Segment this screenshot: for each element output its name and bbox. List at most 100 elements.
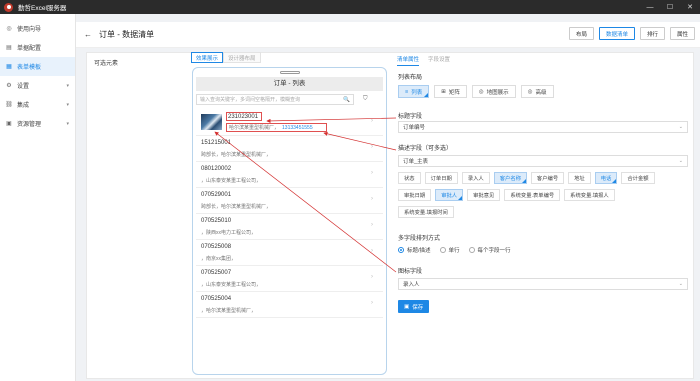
template-icon: ▦: [6, 64, 12, 70]
field-chip[interactable]: 状态: [398, 172, 421, 184]
advanced-icon: ◎: [527, 88, 533, 95]
layout-map-button[interactable]: ◎ 地图展示: [471, 85, 516, 98]
title-bar: 勤哲Excel服务器 — ☐ ✕: [0, 0, 700, 14]
search-input[interactable]: 输入查询关键字，多词间空格隔开，模糊查询 🔍: [196, 94, 354, 105]
field-chip[interactable]: 合计金额: [621, 172, 655, 184]
sidebar-item-label: 使用向导: [17, 27, 42, 33]
order-thumbnail-image: [201, 114, 222, 130]
order-code: 080120002: [201, 166, 232, 172]
order-code: 231023001: [228, 114, 259, 120]
order-code: 070525010: [201, 218, 232, 224]
order-desc: ，山东泰安某重工程公司，: [201, 178, 262, 184]
field-chip[interactable]: 审批日期: [398, 189, 432, 201]
field-chip-selected[interactable]: 客户名称: [493, 172, 527, 184]
desc-field-chips: 状态 订单日期 录入人 客户名称 客户编号 地址 电话 合计金额 审批日期 审批…: [398, 172, 688, 223]
sidebar-item-label: 资源管理: [17, 122, 42, 128]
list-item[interactable]: 070525008 ，南京xx集团， ›: [196, 240, 383, 266]
sidebar-item-label: 单据配置: [17, 46, 42, 52]
chevron-down-icon: ⌄: [678, 124, 683, 130]
order-code: 070525007: [201, 270, 232, 276]
properties-button[interactable]: 属性: [669, 27, 695, 40]
layout-advanced-button[interactable]: ◎ 高级: [520, 85, 554, 98]
chevron-right-icon: ›: [371, 300, 373, 306]
ranking-button[interactable]: 排行: [639, 27, 665, 40]
field-chip[interactable]: 审批意见: [467, 189, 501, 201]
phone-list-title: 订单 - 列表: [196, 77, 383, 91]
field-chip[interactable]: 系统变量.填报人: [564, 189, 615, 201]
sidebar-item-settings[interactable]: ⚙ 设置 ▾: [0, 76, 75, 95]
sidebar-item-templates[interactable]: ▦ 表单模板: [0, 57, 75, 76]
available-elements-label: 可选元素: [94, 61, 119, 67]
resource-icon: ▣: [6, 121, 12, 127]
field-chip[interactable]: 订单日期: [424, 172, 458, 184]
chevron-down-icon: ⌄: [678, 281, 683, 287]
image-field-select[interactable]: 录入人 ⌄: [398, 278, 688, 290]
search-icon[interactable]: 🔍: [343, 97, 350, 103]
multi-field-layout-label: 多字段排列方式: [398, 236, 441, 242]
list-item[interactable]: 151215001 跨部长，哈尔滨某重型机械厂， ›: [196, 136, 383, 162]
tab-preview[interactable]: 效果展示: [191, 52, 224, 63]
layout-options: ≡ 列表 ⊞ 矩阵 ◎ 地图展示 ◎ 高级: [398, 85, 559, 98]
minimize-icon[interactable]: —: [640, 0, 660, 14]
filter-icon[interactable]: ⛉: [363, 96, 368, 103]
field-chip-selected[interactable]: 电话: [594, 172, 618, 184]
desc-field-label: 描述字段（可多选）: [398, 146, 453, 152]
list-item[interactable]: 070529001 跨部长，哈尔滨某重型机械厂， ›: [196, 188, 383, 214]
list-item[interactable]: 080120002 ，山东泰安某重工程公司， ›: [196, 162, 383, 188]
order-desc: ，陕西xx电力工程公司，: [201, 230, 257, 236]
gear-icon: ⚙: [6, 83, 12, 89]
data-list-button[interactable]: 数据清单: [598, 27, 635, 40]
list-layout-label: 列表布局: [398, 75, 423, 81]
order-desc: 跨部长，哈尔滨某重型机械厂，: [201, 152, 272, 158]
list-item[interactable]: 231023001 哈尔滨某重型机械厂， 13133451555 ›: [196, 110, 383, 136]
list-item[interactable]: 070525010 ，陕西xx电力工程公司， ›: [196, 214, 383, 240]
app-title: 勤哲Excel服务器: [18, 5, 67, 12]
order-desc: ，哈尔滨某重型机械厂，: [201, 308, 257, 314]
order-desc: ，南京xx集团，: [201, 256, 237, 262]
field-chip[interactable]: 系统变量.填报时间: [398, 206, 454, 218]
order-code: 070529001: [201, 192, 232, 198]
field-chip[interactable]: 系统变量.表单编号: [504, 189, 561, 201]
sidebar-item-label: 集成: [17, 103, 30, 109]
tab-list-properties[interactable]: 清单属性: [397, 55, 420, 66]
sidebar-item-doc-config[interactable]: ▤ 单据配置: [0, 38, 75, 57]
field-chip[interactable]: 地址: [568, 172, 591, 184]
chevron-down-icon: ⌄: [678, 158, 683, 164]
doc-icon: ▤: [6, 45, 12, 51]
title-field-select[interactable]: 订单编号 ⌄: [398, 121, 688, 133]
radio-single-line[interactable]: 单行: [439, 246, 460, 254]
order-code: 070525008: [201, 244, 232, 250]
close-icon[interactable]: ✕: [680, 0, 700, 14]
radio-title-desc[interactable]: 标题/描述: [398, 246, 431, 254]
property-tabs: 清单属性 字段设置: [397, 55, 459, 66]
desc-table-select[interactable]: 订单_主表 ⌄: [398, 155, 688, 167]
tab-designer[interactable]: 设计器布局: [223, 52, 261, 63]
back-arrow-icon[interactable]: ←: [84, 30, 92, 39]
sidebar-item-resources[interactable]: ▣ 资源管理 ▾: [0, 114, 75, 133]
save-button[interactable]: ▣ 保存: [398, 300, 430, 313]
maximize-icon[interactable]: ☐: [660, 0, 680, 14]
layout-button[interactable]: 布局: [568, 27, 594, 40]
list-item[interactable]: 070525007 ，山东泰安某重工程公司， ›: [196, 266, 383, 292]
sidebar-item-label: 设置: [17, 84, 30, 90]
list-item[interactable]: 070525004 ，哈尔滨某重型机械厂， ›: [196, 292, 383, 318]
chevron-right-icon: ›: [371, 274, 373, 280]
guide-icon: ◎: [6, 26, 12, 32]
field-chip[interactable]: 录入人: [461, 172, 490, 184]
layout-matrix-button[interactable]: ⊞ 矩阵: [434, 85, 467, 98]
radio-one-per-line[interactable]: 每个字段一行: [468, 246, 511, 254]
tab-field-settings[interactable]: 字段设置: [428, 55, 450, 66]
field-chip-selected[interactable]: 审批人: [435, 189, 464, 201]
layout-list-button[interactable]: ≡ 列表: [398, 85, 430, 98]
phone-order-list: 231023001 哈尔滨某重型机械厂， 13133451555 › 151215…: [196, 110, 383, 318]
phone-speaker: [280, 71, 300, 74]
app-logo-icon: [4, 2, 13, 12]
sidebar-item-guide[interactable]: ◎ 使用向导: [0, 19, 75, 38]
map-pin-icon: ◎: [478, 88, 484, 95]
order-desc: ，山东泰安某重工程公司，: [201, 282, 262, 288]
order-code: 070525004: [201, 296, 232, 302]
phone-preview: 订单 - 列表 输入查询关键字，多词间空格隔开，模糊查询 🔍 ⛉ 2310230…: [192, 67, 387, 375]
chevron-right-icon: ›: [371, 118, 373, 124]
sidebar-item-integration[interactable]: ⛓ 集成 ▾: [0, 95, 75, 114]
field-chip[interactable]: 客户编号: [530, 172, 565, 184]
